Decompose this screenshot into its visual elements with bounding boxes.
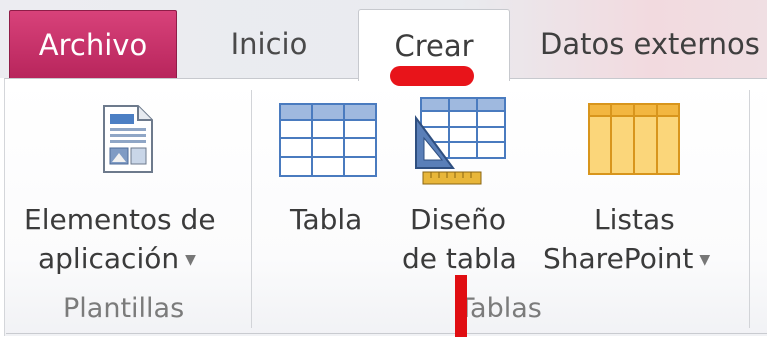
group-separator — [251, 90, 252, 328]
group-separator — [749, 90, 750, 328]
table-icon — [279, 103, 377, 177]
table-design-icon — [415, 97, 506, 185]
annotation-marker — [455, 275, 467, 337]
application-parts-icon — [103, 105, 153, 173]
group-label-plantillas: Plantillas — [63, 293, 185, 324]
tab-datos-externos[interactable]: Datos externos — [540, 10, 767, 78]
chevron-down-icon: ▼ — [185, 252, 196, 268]
diseno-label-line1: Diseño — [410, 203, 507, 236]
elementos-label-line2: aplicación — [38, 242, 180, 275]
annotation-underline — [390, 66, 474, 86]
listas-label-line2: SharePoint — [543, 242, 694, 275]
diseno-label-line2: de tabla — [402, 242, 517, 275]
sharepoint-list-icon — [588, 103, 680, 175]
ribbon-tab-strip: Archivo Inicio Crear Datos externos — [0, 0, 767, 81]
elementos-label-line1: Elementos de — [24, 203, 216, 236]
tab-archivo[interactable]: Archivo — [9, 10, 177, 78]
group-label-tablas: Tablas — [458, 293, 542, 324]
tab-inicio[interactable]: Inicio — [184, 10, 354, 78]
tabla-label: Tabla — [290, 203, 363, 236]
ribbon-bottom-border — [6, 333, 767, 334]
listas-label-line1: Listas — [594, 203, 675, 236]
chevron-down-icon: ▼ — [699, 252, 711, 268]
listas-label-line2-wrap: SharePoint ▼ — [543, 240, 710, 279]
elementos-label-line2-wrap: aplicación ▼ — [38, 240, 196, 279]
